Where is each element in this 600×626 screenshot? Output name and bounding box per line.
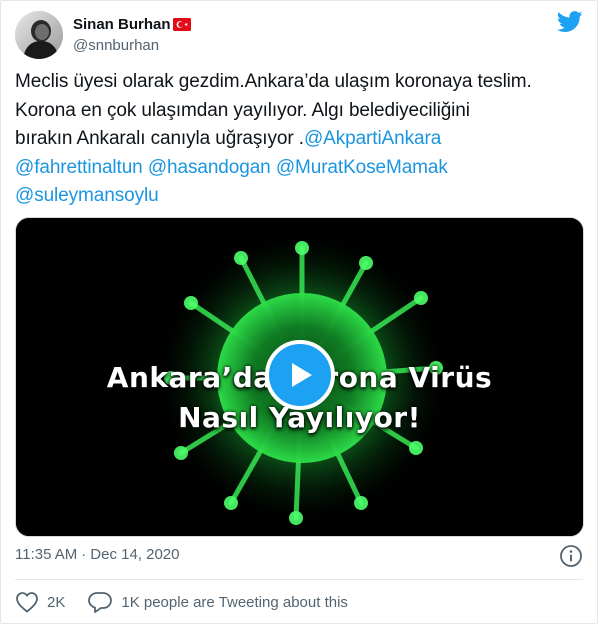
- tweet-text-line2: Korona en çok ulaşımdan yayılıyor. Algı …: [15, 99, 470, 121]
- avatar[interactable]: [15, 11, 63, 59]
- conversation-text[interactable]: 1K people are Tweeting about this: [121, 594, 348, 611]
- play-icon: [292, 363, 312, 387]
- tweet-actions: 2K 1K people are Tweeting about this: [15, 589, 348, 615]
- tweet-text-line3: bırakın Ankaralı canıyla uğraşıyor .: [15, 128, 304, 149]
- mention-akpartiankara[interactable]: @AkpartiAnkara: [304, 128, 441, 149]
- tweet-date[interactable]: Dec 14, 2020: [90, 545, 179, 565]
- heart-icon[interactable]: [15, 591, 39, 613]
- reply-bubble-icon[interactable]: [87, 590, 113, 614]
- author-handle[interactable]: @snnburhan: [73, 36, 191, 55]
- tweet-time[interactable]: 11:35 AM: [15, 545, 77, 565]
- like-count[interactable]: 2K: [47, 594, 65, 611]
- meta-separator: ·: [81, 546, 87, 563]
- turkey-flag-icon: [172, 18, 191, 31]
- tweet-card: Sinan Burhan @snnburhan Meclis üyesi ola…: [0, 0, 598, 624]
- mention-fahrettinaltun[interactable]: @fahrettinaltun: [15, 157, 143, 178]
- divider: [15, 579, 583, 580]
- like-action[interactable]: 2K: [15, 591, 65, 613]
- mention-suleymansoylu[interactable]: @suleymansoylu: [15, 185, 159, 206]
- avatar-image: [15, 11, 63, 59]
- tweet-timestamp[interactable]: 11:35 AM · Dec 14, 2020: [15, 545, 180, 565]
- tweet-text-line1: Meclis üyesi olarak gezdim.Ankara’da ula…: [15, 71, 532, 92]
- conversation-action[interactable]: 1K people are Tweeting about this: [87, 590, 348, 614]
- author-display-name-row[interactable]: Sinan Burhan: [73, 15, 191, 34]
- twitter-logo-icon[interactable]: [557, 11, 583, 33]
- author-display-name[interactable]: Sinan Burhan: [73, 15, 171, 34]
- play-button[interactable]: [265, 340, 335, 410]
- tweet-text: Meclis üyesi olarak gezdim.Ankara’da ula…: [15, 68, 587, 211]
- author-names: Sinan Burhan @snnburhan: [73, 15, 191, 55]
- info-icon[interactable]: [559, 544, 583, 568]
- mention-hasandogan[interactable]: @hasandogan: [148, 157, 271, 178]
- video-thumbnail[interactable]: Ankara’da Korona Virüs Nasıl Yayılıyor!: [15, 217, 584, 537]
- tweet-header: Sinan Burhan @snnburhan: [15, 11, 191, 59]
- mention-muratkosemamak[interactable]: @MuratKoseMamak: [276, 157, 448, 178]
